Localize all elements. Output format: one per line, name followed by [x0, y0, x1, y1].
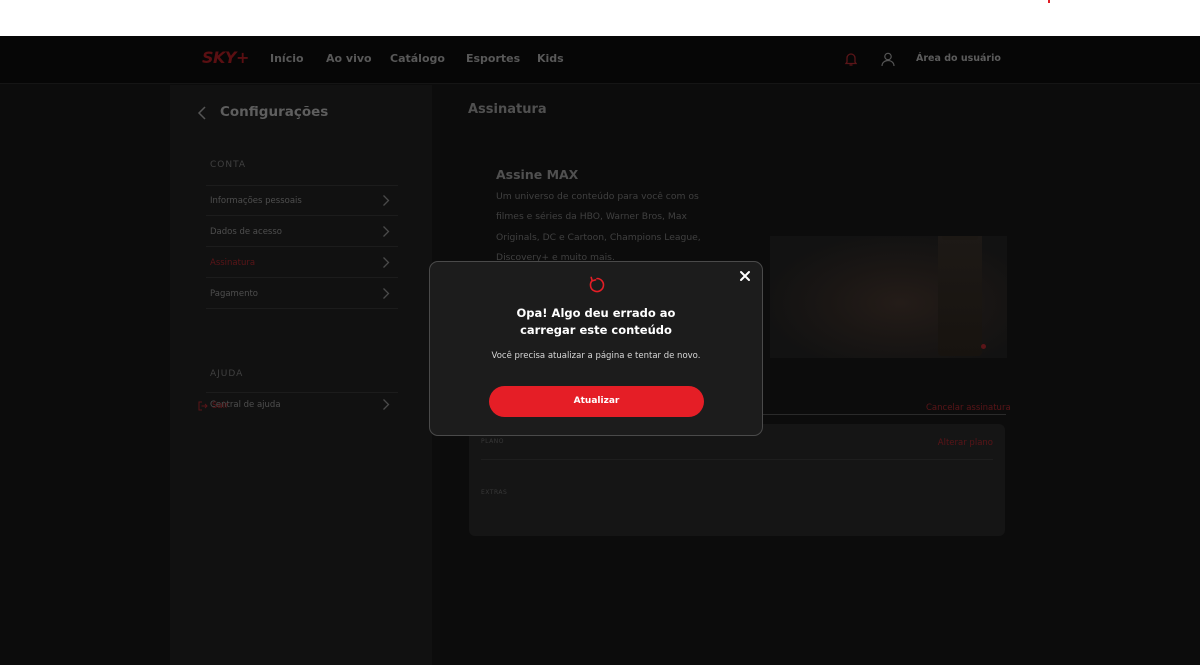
reload-icon	[589, 276, 605, 293]
close-icon[interactable]	[739, 270, 751, 282]
app-window: SKY+ Início Ao vivo Catálogo Esportes Ki…	[0, 36, 1200, 665]
browser-top-area	[0, 0, 1200, 36]
modal-message: Você precisa atualizar a página e tentar…	[491, 351, 701, 361]
red-mark	[1048, 0, 1050, 3]
refresh-button[interactable]: Atualizar	[489, 386, 704, 417]
error-modal: Opa! Algo deu errado ao carregar este co…	[429, 261, 763, 436]
modal-title: Opa! Algo deu errado ao carregar este co…	[516, 306, 676, 337]
